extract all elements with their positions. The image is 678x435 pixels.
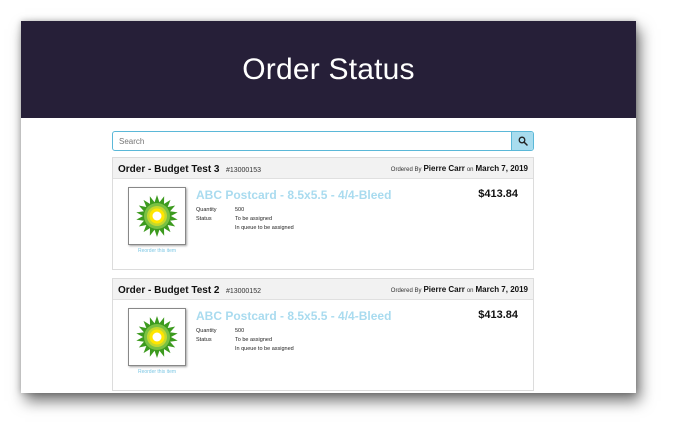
orderer-name: Pierre Carr bbox=[423, 163, 465, 173]
order-details: Quantity 500 Status To be assigned In queu… bbox=[196, 206, 294, 233]
bp-helios-logo-icon bbox=[136, 316, 178, 358]
quantity-label: Quantity bbox=[196, 328, 217, 334]
on-label: on bbox=[466, 287, 474, 294]
order-price: $413.84 bbox=[478, 188, 518, 200]
order-header: Order - Budget Test 2 #13000152 Ordered … bbox=[113, 279, 533, 300]
order-date: March 7, 2019 bbox=[475, 163, 528, 173]
reorder-link[interactable]: Reorder this item bbox=[128, 369, 186, 375]
page-header: Order Status bbox=[21, 21, 636, 118]
order-heading: Order - Budget Test 2 #13000152 bbox=[118, 280, 261, 298]
search-button[interactable] bbox=[511, 132, 533, 150]
search-icon bbox=[518, 136, 528, 146]
reorder-link[interactable]: Reorder this item bbox=[128, 248, 186, 254]
product-link[interactable]: ABC Postcard - 8.5x5.5 - 4/4-Bleed bbox=[196, 188, 391, 202]
order-price: $413.84 bbox=[478, 309, 518, 321]
product-thumbnail-wrap: Reorder this item bbox=[128, 308, 186, 375]
quantity-label: Quantity bbox=[196, 207, 217, 213]
product-link[interactable]: ABC Postcard - 8.5x5.5 - 4/4-Bleed bbox=[196, 309, 391, 323]
on-label: on bbox=[466, 166, 474, 173]
page-title: Order Status bbox=[242, 52, 415, 86]
order-heading: Order - Budget Test 3 #13000153 bbox=[118, 159, 261, 177]
app-window: Order Status Order - Budget Test 3 #1300… bbox=[21, 21, 636, 393]
product-thumbnail[interactable] bbox=[128, 187, 186, 245]
order-card: Order - Budget Test 3 #13000153 Ordered … bbox=[112, 157, 534, 270]
product-thumbnail[interactable] bbox=[128, 308, 186, 366]
order-body: Reorder this item ABC Postcard - 8.5x5.5… bbox=[113, 179, 533, 269]
order-header: Order - Budget Test 3 #13000153 Ordered … bbox=[113, 158, 533, 179]
status-value: To be assigned bbox=[235, 337, 272, 343]
status-label: Status bbox=[196, 216, 212, 222]
product-thumbnail-wrap: Reorder this item bbox=[128, 187, 186, 254]
status-detail: In queue to be assigned bbox=[235, 346, 294, 352]
ordered-by-label: Ordered By bbox=[390, 166, 422, 173]
status-detail: In queue to be assigned bbox=[235, 225, 294, 231]
search-input[interactable] bbox=[113, 132, 511, 150]
ordered-by-label: Ordered By bbox=[390, 287, 422, 294]
main-content: Order - Budget Test 3 #13000153 Ordered … bbox=[112, 131, 534, 391]
order-meta: Ordered By Pierre Carr on March 7, 2019 bbox=[391, 164, 528, 173]
quantity-value: 500 bbox=[235, 207, 245, 213]
status-value: To be assigned bbox=[235, 216, 272, 222]
status-label: Status bbox=[196, 337, 212, 343]
order-title: Order - Budget Test 2 bbox=[118, 285, 220, 296]
order-details: Quantity 500 Status To be assigned In queu… bbox=[196, 327, 294, 354]
order-body: Reorder this item ABC Postcard - 8.5x5.5… bbox=[113, 300, 533, 390]
order-date: March 7, 2019 bbox=[475, 284, 528, 294]
bp-helios-logo-icon bbox=[136, 195, 178, 237]
order-number: #13000153 bbox=[225, 167, 261, 174]
search-bar bbox=[112, 131, 534, 151]
order-title: Order - Budget Test 3 bbox=[118, 164, 220, 175]
order-card: Order - Budget Test 2 #13000152 Ordered … bbox=[112, 278, 534, 391]
order-number: #13000152 bbox=[225, 288, 261, 295]
order-meta: Ordered By Pierre Carr on March 7, 2019 bbox=[391, 285, 528, 294]
orderer-name: Pierre Carr bbox=[423, 284, 465, 294]
quantity-value: 500 bbox=[235, 328, 245, 334]
